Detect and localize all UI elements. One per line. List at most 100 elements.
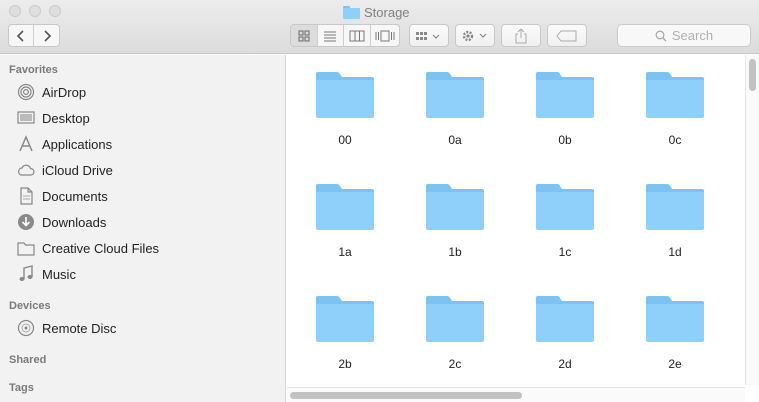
folder-label: 2b <box>338 357 352 371</box>
sidebar-item-label: Documents <box>42 188 108 204</box>
folder-icon <box>426 184 484 230</box>
sidebar-item-desktop[interactable]: Desktop <box>16 107 90 129</box>
tags-heading[interactable]: Tags <box>9 382 34 394</box>
folder-icon <box>343 5 360 19</box>
sidebar-item-documents[interactable]: Documents <box>16 185 108 207</box>
sidebar-item-remote-disc[interactable]: Remote Disc <box>16 317 116 339</box>
folder-label: 1c <box>558 245 572 259</box>
chevron-right-icon <box>43 29 51 42</box>
arrange-button[interactable] <box>409 24 449 47</box>
folder-label: 0b <box>558 133 572 147</box>
cloud-icon <box>16 160 36 180</box>
folder-icon <box>316 296 374 342</box>
folder-item[interactable]: 0b <box>515 55 615 147</box>
cover-flow-icon <box>375 30 395 41</box>
sidebar-item-music[interactable]: Music <box>16 263 76 285</box>
horizontal-scrollbar[interactable] <box>287 387 745 402</box>
folder-label: 1a <box>338 245 352 259</box>
folder-label: 1d <box>668 245 682 259</box>
share-button[interactable] <box>501 24 541 47</box>
folder-item[interactable]: 2e <box>625 279 725 371</box>
music-icon <box>16 264 36 284</box>
folder-icon <box>536 184 594 230</box>
edit-tags-button[interactable] <box>547 24 587 47</box>
icon-view-icon <box>298 30 310 41</box>
folder-item[interactable]: 1c <box>515 167 615 259</box>
sidebar-item-applications[interactable]: Applications <box>16 133 112 155</box>
icon-view-button[interactable] <box>291 25 318 46</box>
list-view-icon <box>324 31 337 41</box>
search-icon <box>655 30 667 41</box>
folder-icon <box>16 238 36 258</box>
forward-button[interactable] <box>34 25 59 46</box>
vertical-scroll-thumb[interactable] <box>749 59 756 91</box>
tag-icon <box>556 30 577 41</box>
folder-item[interactable]: 1a <box>295 167 395 259</box>
folder-icon <box>426 72 484 118</box>
close-window-button[interactable] <box>9 5 21 17</box>
folder-item[interactable]: 0a <box>405 55 505 147</box>
folder-label: 2c <box>448 357 462 371</box>
window-title-text: Storage <box>364 4 410 20</box>
folder-label: 2d <box>558 357 572 371</box>
vertical-scrollbar[interactable] <box>745 55 759 385</box>
sidebar-item-label: Desktop <box>42 110 90 126</box>
folder-label: 0a <box>448 133 462 147</box>
sidebar-item-label: Music <box>42 266 76 282</box>
applications-icon <box>16 134 36 154</box>
folder-icon <box>646 296 704 342</box>
sidebar-item-label: Remote Disc <box>42 320 117 336</box>
airdrop-icon <box>16 82 36 102</box>
folder-label: 1b <box>448 245 462 259</box>
folder-item[interactable]: 2d <box>515 279 615 371</box>
minimize-window-button[interactable] <box>29 5 41 17</box>
desktop-icon <box>16 108 36 128</box>
action-button[interactable] <box>455 24 495 47</box>
zoom-window-button[interactable] <box>49 5 61 17</box>
gear-icon <box>462 30 487 41</box>
folder-item[interactable]: 1d <box>625 167 725 259</box>
sidebar-item-label: Downloads <box>42 214 107 230</box>
folder-icon <box>316 184 374 230</box>
sidebar-item-airdrop[interactable]: AirDrop <box>16 81 86 103</box>
list-view-button[interactable] <box>318 25 345 46</box>
folder-icon <box>426 296 484 342</box>
folder-icon <box>536 72 594 118</box>
sidebar-item-downloads[interactable]: Downloads <box>16 211 106 233</box>
sidebar-item-label: Applications <box>42 136 113 152</box>
sidebar-item-label: iCloud Drive <box>42 162 113 178</box>
view-mode-control <box>290 24 400 47</box>
navigation-buttons <box>8 24 60 47</box>
documents-icon <box>16 186 36 206</box>
folder-label: 00 <box>338 133 352 147</box>
folder-icon-grid: 00 0a 0b 0c 1a 1b 1c 1d 2b 2c 2d 2e <box>287 55 745 385</box>
folder-icon <box>316 72 374 118</box>
folder-item[interactable]: 1b <box>405 167 505 259</box>
folder-icon <box>646 184 704 230</box>
folder-item[interactable]: 2b <box>295 279 395 371</box>
folder-label: 0c <box>668 133 682 147</box>
folder-item[interactable]: 2c <box>405 279 505 371</box>
sidebar-item-creative-cloud-files[interactable]: Creative Cloud Files <box>16 237 159 259</box>
cover-flow-view-button[interactable] <box>371 25 399 46</box>
search-placeholder: Search <box>671 28 714 43</box>
share-icon <box>515 27 527 43</box>
sidebar-item-icloud-drive[interactable]: iCloud Drive <box>16 159 113 181</box>
shared-heading[interactable]: Shared <box>9 354 46 366</box>
folder-label: 2e <box>668 357 682 371</box>
folder-icon <box>646 72 704 118</box>
folder-item[interactable]: 00 <box>295 55 395 147</box>
back-button[interactable] <box>9 25 35 46</box>
favorites-heading[interactable]: Favorites <box>9 64 58 76</box>
disc-icon <box>16 318 36 338</box>
downloads-icon <box>16 212 36 232</box>
column-view-icon <box>349 30 365 41</box>
folder-item[interactable]: 0c <box>625 55 725 147</box>
devices-heading[interactable]: Devices <box>9 300 51 312</box>
column-view-button[interactable] <box>344 25 371 46</box>
search-field[interactable]: Search <box>617 24 751 47</box>
title-bar: Storage Search <box>0 0 759 54</box>
horizontal-scroll-thumb[interactable] <box>290 392 522 399</box>
sidebar-item-label: AirDrop <box>42 84 87 100</box>
sidebar: Favorites AirDrop Desktop Applications i… <box>0 55 286 402</box>
